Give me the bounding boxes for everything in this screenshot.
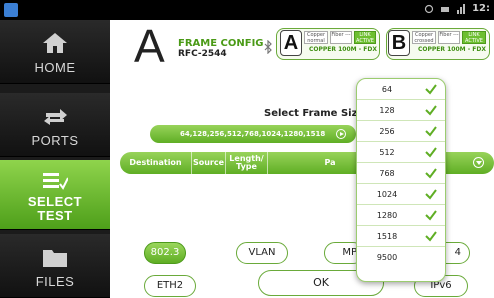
bluetooth-icon	[264, 40, 272, 54]
status-bar: 12:	[0, 0, 494, 20]
check-icon	[425, 147, 437, 158]
check-icon	[425, 84, 437, 95]
sidebar-item-label: FILES	[35, 274, 75, 289]
frame-size-option[interactable]: 1518	[357, 226, 445, 247]
frame-size-select[interactable]: 64,128,256,512,768,1024,1280,1518	[150, 125, 356, 143]
chevron-down-icon[interactable]	[473, 157, 484, 168]
port-b-letter: B	[388, 30, 410, 56]
sidebar-item-label: PORTS	[31, 133, 79, 148]
page-subtitle: RFC-2544	[178, 49, 227, 59]
option-value: 1024	[376, 190, 398, 199]
check-icon	[425, 231, 437, 242]
frame-size-option[interactable]: 1280	[357, 205, 445, 226]
sidebar-item-files[interactable]: FILES	[0, 234, 110, 298]
frame-size-option[interactable]: 1024	[357, 184, 445, 205]
sidebar-item-ports[interactable]: PORTS	[0, 93, 110, 157]
status-icons: 12:	[424, 3, 490, 14]
logo-letter: A	[134, 20, 165, 72]
check-icon	[425, 105, 437, 116]
port-a-link-label: LINK ACTIVE	[354, 31, 376, 44]
clock: 12:	[472, 3, 490, 14]
sidebar-item-label-line2: TEST	[37, 208, 73, 223]
frame-size-title: Select Frame Size	[264, 108, 365, 119]
frame-size-option[interactable]: 64	[357, 79, 445, 100]
port-a-copper-label: Copper normal	[304, 31, 328, 44]
column-length-type: Length/ Type	[226, 152, 268, 174]
option-value: 256	[379, 127, 395, 136]
frame-type-802-3[interactable]: 802.3	[144, 242, 186, 264]
frame-type-vlan[interactable]: VLAN	[236, 242, 288, 264]
check-icon	[425, 126, 437, 137]
gps-icon	[424, 4, 434, 13]
column-destination: Destination	[120, 152, 192, 174]
port-b-speed: COPPER 100M - FDX	[418, 46, 486, 53]
app-window: 12: HOME PORTS SELECT TEST FILES A FRAME…	[0, 0, 494, 298]
port-b-fiber-label: Fiber ---	[438, 31, 460, 44]
ports-icon	[44, 109, 67, 125]
option-value: 9500	[376, 253, 398, 262]
check-icon	[425, 189, 437, 200]
check-icon	[425, 168, 437, 179]
frame-size-value: 64,128,256,512,768,1024,1280,1518	[180, 130, 326, 138]
sidebar: HOME PORTS SELECT TEST FILES	[0, 20, 110, 298]
option-value: 64	[381, 85, 393, 94]
option-value: 1280	[376, 211, 398, 220]
column-payload: Pa	[324, 158, 336, 167]
option-value: 768	[379, 169, 395, 178]
port-b-copper-label: Copper crossed	[412, 31, 436, 44]
frame-size-option[interactable]: 9500	[357, 247, 445, 268]
sidebar-item-label: SELECT TEST	[0, 195, 110, 223]
column-source: Source	[192, 152, 226, 174]
signal-icon	[457, 3, 466, 14]
frame-size-option[interactable]: 256	[357, 121, 445, 142]
folder-icon	[43, 250, 67, 267]
page-title: FRAME CONFIG	[178, 38, 264, 49]
frame-size-option[interactable]: 768	[357, 163, 445, 184]
port-b-link-label: LINK ACTIVE	[462, 31, 486, 44]
select-test-icon	[43, 173, 68, 190]
frame-size-option[interactable]: 512	[357, 142, 445, 163]
app-icon	[4, 3, 18, 17]
sidebar-item-home[interactable]: HOME	[0, 20, 110, 84]
port-a-speed: COPPER 100M - FDX	[309, 46, 377, 53]
port-a-letter: A	[280, 30, 302, 56]
port-a-fiber-label: Fiber ---	[330, 31, 352, 44]
sidebar-item-select-test[interactable]: SELECT TEST	[0, 160, 110, 230]
frame-type-eth2[interactable]: ETH2	[144, 275, 196, 297]
usb-icon	[441, 6, 450, 12]
option-value: 512	[379, 148, 395, 157]
frame-size-dropdown: 64 128 256 512 768 1024 1280 1518 9500	[356, 78, 446, 282]
frame-size-option[interactable]: 128	[357, 100, 445, 121]
home-icon	[43, 33, 67, 53]
sidebar-item-label: HOME	[34, 60, 76, 75]
play-icon	[336, 129, 346, 139]
option-value: 128	[379, 106, 395, 115]
option-value: 1518	[376, 232, 398, 241]
sidebar-item-label-line1: SELECT	[27, 194, 83, 209]
check-icon	[425, 210, 437, 221]
